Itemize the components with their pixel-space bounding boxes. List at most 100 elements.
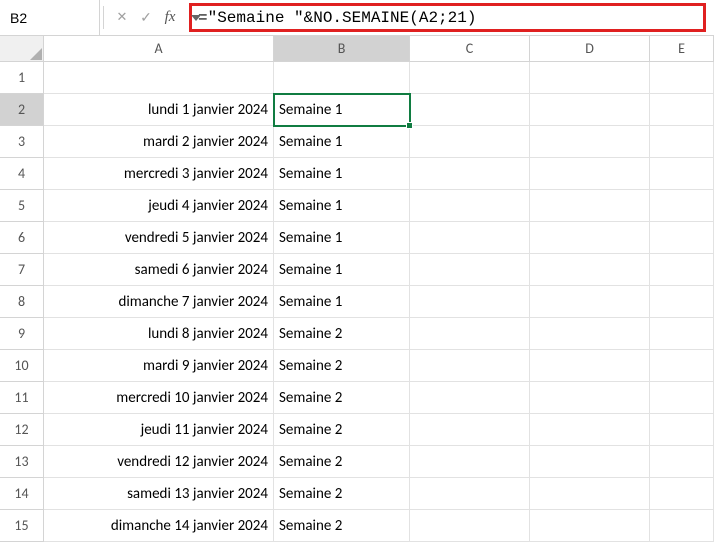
cell[interactable]: jeudi 11 janvier 2024 — [44, 414, 274, 446]
cell[interactable]: Semaine 2 — [274, 318, 410, 350]
row-header[interactable]: 1 — [0, 62, 44, 94]
cell[interactable]: mercredi 10 janvier 2024 — [44, 382, 274, 414]
cell[interactable] — [530, 446, 650, 478]
row: 4mercredi 3 janvier 2024Semaine 1 — [0, 158, 714, 190]
cell[interactable] — [44, 62, 274, 94]
name-box[interactable] — [0, 0, 100, 35]
cell[interactable] — [530, 254, 650, 286]
cell[interactable] — [650, 126, 714, 158]
cell[interactable]: Semaine 2 — [274, 446, 410, 478]
formula-input-highlight[interactable]: ="Semaine "&NO.SEMAINE(A2;21) — [189, 3, 706, 32]
cell[interactable] — [530, 126, 650, 158]
cell[interactable] — [650, 446, 714, 478]
cell[interactable] — [650, 414, 714, 446]
row-header[interactable]: 9 — [0, 318, 44, 350]
cell[interactable] — [410, 158, 530, 190]
row-header[interactable]: 4 — [0, 158, 44, 190]
cell[interactable] — [410, 446, 530, 478]
cell[interactable] — [530, 318, 650, 350]
cell[interactable] — [530, 286, 650, 318]
cell[interactable] — [530, 222, 650, 254]
name-box-input[interactable] — [6, 10, 191, 26]
cell[interactable]: lundi 8 janvier 2024 — [44, 318, 274, 350]
cell[interactable]: mardi 9 janvier 2024 — [44, 350, 274, 382]
cell[interactable] — [530, 62, 650, 94]
cell[interactable]: Semaine 1 — [274, 158, 410, 190]
cell[interactable] — [650, 190, 714, 222]
cell[interactable] — [650, 62, 714, 94]
column-header-B[interactable]: B — [274, 36, 410, 62]
cell[interactable] — [530, 190, 650, 222]
row-header[interactable]: 11 — [0, 382, 44, 414]
cell[interactable] — [410, 350, 530, 382]
cell[interactable] — [410, 254, 530, 286]
cell[interactable] — [410, 286, 530, 318]
cell[interactable] — [650, 478, 714, 510]
cell[interactable] — [410, 318, 530, 350]
cell[interactable] — [410, 478, 530, 510]
cell[interactable]: Semaine 2 — [274, 478, 410, 510]
row: 14samedi 13 janvier 2024Semaine 2 — [0, 478, 714, 510]
cell[interactable] — [650, 254, 714, 286]
column-header-E[interactable]: E — [650, 36, 714, 62]
cell[interactable]: lundi 1 janvier 2024 — [44, 94, 274, 126]
cell[interactable]: Semaine 2 — [274, 350, 410, 382]
cell[interactable] — [410, 190, 530, 222]
select-all-corner[interactable] — [0, 36, 44, 62]
cell[interactable]: vendredi 12 janvier 2024 — [44, 446, 274, 478]
cell[interactable] — [650, 94, 714, 126]
row-header[interactable]: 13 — [0, 446, 44, 478]
cell[interactable]: Semaine 1 — [274, 190, 410, 222]
column-header-A[interactable]: A — [44, 36, 274, 62]
cell[interactable] — [530, 414, 650, 446]
cell[interactable] — [410, 62, 530, 94]
cell[interactable]: Semaine 1 — [274, 126, 410, 158]
row-header[interactable]: 3 — [0, 126, 44, 158]
cell[interactable] — [530, 94, 650, 126]
cell[interactable] — [650, 382, 714, 414]
row-header[interactable]: 7 — [0, 254, 44, 286]
cell[interactable] — [530, 382, 650, 414]
row: 13vendredi 12 janvier 2024Semaine 2 — [0, 446, 714, 478]
column-header-D[interactable]: D — [530, 36, 650, 62]
cell[interactable] — [410, 126, 530, 158]
cell[interactable]: vendredi 5 janvier 2024 — [44, 222, 274, 254]
row-header[interactable]: 12 — [0, 414, 44, 446]
cell[interactable] — [650, 286, 714, 318]
row-header[interactable]: 14 — [0, 478, 44, 510]
cell[interactable] — [410, 222, 530, 254]
row-header[interactable]: 5 — [0, 190, 44, 222]
cell[interactable] — [650, 222, 714, 254]
row-header[interactable]: 10 — [0, 350, 44, 382]
cell[interactable] — [530, 478, 650, 510]
cell[interactable] — [274, 62, 410, 94]
cell[interactable]: mercredi 3 janvier 2024 — [44, 158, 274, 190]
cell[interactable] — [650, 158, 714, 190]
select-all-icon — [30, 48, 42, 60]
cell[interactable]: Semaine 2 — [274, 414, 410, 446]
fill-handle[interactable] — [406, 122, 413, 129]
cell[interactable]: mardi 2 janvier 2024 — [44, 126, 274, 158]
cell[interactable]: Semaine 2 — [274, 382, 410, 414]
cell[interactable]: Semaine 1 — [274, 222, 410, 254]
cell[interactable]: jeudi 4 janvier 2024 — [44, 190, 274, 222]
cell[interactable] — [410, 94, 530, 126]
cell[interactable] — [410, 382, 530, 414]
cell[interactable]: Semaine 1 — [274, 286, 410, 318]
cell[interactable]: dimanche 7 janvier 2024 — [44, 286, 274, 318]
row-header[interactable]: 6 — [0, 222, 44, 254]
rows-container: 12lundi 1 janvier 2024Semaine 13mardi 2 … — [0, 62, 714, 542]
cell[interactable] — [410, 414, 530, 446]
cell[interactable] — [650, 318, 714, 350]
row-header[interactable]: 8 — [0, 286, 44, 318]
cell[interactable]: samedi 6 janvier 2024 — [44, 254, 274, 286]
column-header-C[interactable]: C — [410, 36, 530, 62]
cell[interactable] — [530, 158, 650, 190]
cell[interactable] — [650, 350, 714, 382]
cell[interactable]: samedi 13 janvier 2024 — [44, 478, 274, 510]
row-header[interactable]: 2 — [0, 94, 44, 126]
name-box-dropdown[interactable] — [191, 15, 201, 21]
cell[interactable]: Semaine 1 — [274, 94, 410, 126]
cell[interactable]: Semaine 1 — [274, 254, 410, 286]
cell[interactable] — [530, 350, 650, 382]
